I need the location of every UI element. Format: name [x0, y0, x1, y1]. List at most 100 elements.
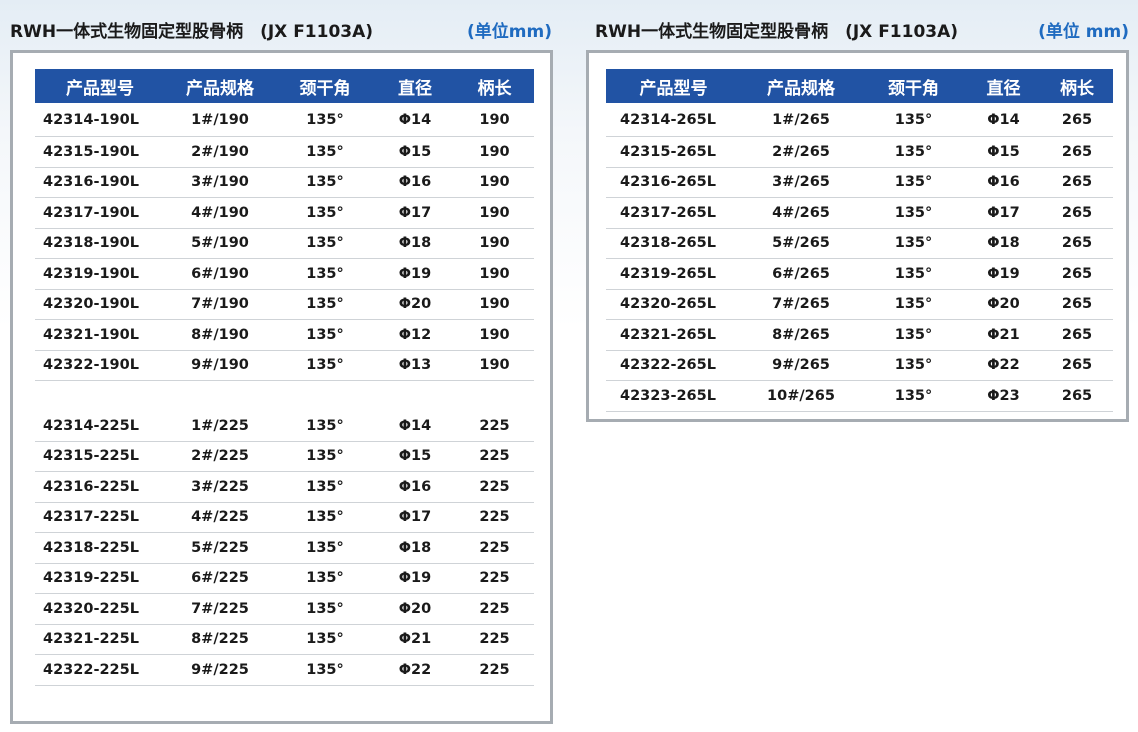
- table-row: 42318-225L 5#/225 135° Φ18 225: [35, 532, 534, 564]
- cell-spec: 10#/265: [741, 380, 861, 412]
- cell-spec: 5#/190: [165, 228, 275, 259]
- cell-stem-length: 265: [1041, 103, 1113, 137]
- cell-stem-length: 190: [455, 319, 534, 351]
- cell-spec: 1#/225: [165, 411, 275, 442]
- cell-model: 42314-225L: [35, 411, 165, 442]
- cell-neck-angle: 135°: [861, 197, 966, 229]
- left-header-spec: 产品规格: [165, 69, 275, 103]
- cell-neck-angle: 135°: [275, 654, 375, 686]
- table-row: 42315-225L 2#/225 135° Φ15 225: [35, 441, 534, 472]
- cell-neck-angle: 135°: [861, 350, 966, 381]
- cell-neck-angle: 135°: [275, 319, 375, 351]
- cell-neck-angle: 135°: [275, 593, 375, 625]
- right-header-row: 产品型号 产品规格 颈干角 直径 柄长: [606, 69, 1113, 103]
- table-row: 42315-265L 2#/265 135° Φ15 265: [606, 136, 1113, 168]
- cell-diameter: Φ18: [375, 532, 455, 564]
- right-unit-label: (单位 mm): [1038, 21, 1129, 42]
- cell-stem-length: 225: [455, 593, 534, 625]
- cell-spec: 9#/190: [165, 350, 275, 381]
- cell-diameter: Φ20: [966, 289, 1041, 320]
- table-row: 42318-265L 5#/265 135° Φ18 265: [606, 228, 1113, 259]
- right-table-title: RWH一体式生物固定型股骨柄 (JX F1103A): [595, 21, 959, 42]
- right-spec-table: 产品型号 产品规格 颈干角 直径 柄长 42314-265L 1#/265 135°…: [606, 69, 1113, 412]
- cell-stem-length: 265: [1041, 319, 1113, 351]
- cell-model: 42317-190L: [35, 197, 165, 229]
- cell-stem-length: 265: [1041, 258, 1113, 290]
- cell-diameter: Φ21: [966, 319, 1041, 351]
- cell-stem-length: 225: [455, 563, 534, 594]
- left-header-neck-angle: 颈干角: [275, 69, 375, 103]
- cell-model: 42319-225L: [35, 563, 165, 594]
- table-row: 42323-265L 10#/265 135° Φ23 265: [606, 380, 1113, 412]
- cell-spec: 5#/265: [741, 228, 861, 259]
- cell-stem-length: 225: [455, 502, 534, 533]
- cell-model: 42315-190L: [35, 136, 165, 168]
- cell-model: 42317-265L: [606, 197, 741, 229]
- table-row: 42316-225L 3#/225 135° Φ16 225: [35, 471, 534, 503]
- table-row: 42317-265L 4#/265 135° Φ17 265: [606, 197, 1113, 229]
- cell-spec: 2#/190: [165, 136, 275, 168]
- cell-stem-length: 190: [455, 258, 534, 290]
- cell-neck-angle: 135°: [275, 471, 375, 503]
- right-heading: RWH一体式生物固定型股骨柄 (JX F1103A) (单位 mm): [595, 16, 1129, 42]
- cell-stem-length: 225: [455, 471, 534, 503]
- left-header-stem-length: 柄长: [455, 69, 534, 103]
- cell-stem-length: 225: [455, 532, 534, 564]
- cell-spec: 2#/225: [165, 441, 275, 472]
- cell-diameter: Φ14: [375, 411, 455, 442]
- right-spec-panel: 产品型号 产品规格 颈干角 直径 柄长 42314-265L 1#/265 135°…: [586, 50, 1129, 422]
- table-row: 42320-190L 7#/190 135° Φ20 190: [35, 289, 534, 320]
- table-row: 42321-190L 8#/190 135° Φ12 190: [35, 319, 534, 351]
- cell-spec: 1#/265: [741, 103, 861, 137]
- cell-stem-length: 225: [455, 411, 534, 442]
- cell-stem-length: 225: [455, 624, 534, 655]
- cell-diameter: Φ18: [966, 228, 1041, 259]
- cell-neck-angle: 135°: [275, 103, 375, 137]
- table-row: 42318-190L 5#/190 135° Φ18 190: [35, 228, 534, 259]
- cell-diameter: Φ16: [375, 471, 455, 503]
- cell-stem-length: 265: [1041, 289, 1113, 320]
- cell-diameter: Φ16: [375, 167, 455, 198]
- table-row: 42322-190L 9#/190 135° Φ13 190: [35, 350, 534, 381]
- cell-neck-angle: 135°: [275, 228, 375, 259]
- cell-diameter: Φ14: [966, 103, 1041, 137]
- cell-diameter: Φ15: [966, 136, 1041, 168]
- cell-diameter: Φ21: [375, 624, 455, 655]
- table-row: 42319-190L 6#/190 135° Φ19 190: [35, 258, 534, 290]
- cell-stem-length: 265: [1041, 350, 1113, 381]
- table-row: 42320-265L 7#/265 135° Φ20 265: [606, 289, 1113, 320]
- cell-neck-angle: 135°: [275, 197, 375, 229]
- cell-spec: 3#/225: [165, 471, 275, 503]
- cell-model: 42320-225L: [35, 593, 165, 625]
- cell-spec: 7#/265: [741, 289, 861, 320]
- cell-spec: 4#/225: [165, 502, 275, 533]
- cell-diameter: Φ17: [375, 197, 455, 229]
- cell-diameter: Φ19: [375, 563, 455, 594]
- cell-diameter: Φ12: [375, 319, 455, 351]
- cell-spec: 3#/265: [741, 167, 861, 198]
- cell-spec: 1#/190: [165, 103, 275, 137]
- cell-model: 42322-190L: [35, 350, 165, 381]
- cell-stem-length: 265: [1041, 167, 1113, 198]
- cell-spec: 7#/190: [165, 289, 275, 320]
- cell-neck-angle: 135°: [861, 103, 966, 137]
- table-row: 42319-265L 6#/265 135° Φ19 265: [606, 258, 1113, 290]
- cell-neck-angle: 135°: [275, 258, 375, 290]
- cell-stem-length: 190: [455, 350, 534, 381]
- cell-neck-angle: 135°: [861, 167, 966, 198]
- table-row: 42315-190L 2#/190 135° Φ15 190: [35, 136, 534, 168]
- cell-neck-angle: 135°: [861, 319, 966, 351]
- group-spacer: [35, 381, 534, 412]
- table-row: 42320-225L 7#/225 135° Φ20 225: [35, 593, 534, 625]
- cell-diameter: Φ15: [375, 136, 455, 168]
- table-row: 42316-265L 3#/265 135° Φ16 265: [606, 167, 1113, 198]
- cell-spec: 4#/265: [741, 197, 861, 229]
- cell-diameter: Φ20: [375, 593, 455, 625]
- table-row: 42317-225L 4#/225 135° Φ17 225: [35, 502, 534, 533]
- cell-model: 42318-265L: [606, 228, 741, 259]
- cell-spec: 8#/225: [165, 624, 275, 655]
- cell-neck-angle: 135°: [275, 136, 375, 168]
- cell-neck-angle: 135°: [275, 167, 375, 198]
- table-row: 42317-190L 4#/190 135° Φ17 190: [35, 197, 534, 229]
- right-header-diameter: 直径: [966, 69, 1041, 103]
